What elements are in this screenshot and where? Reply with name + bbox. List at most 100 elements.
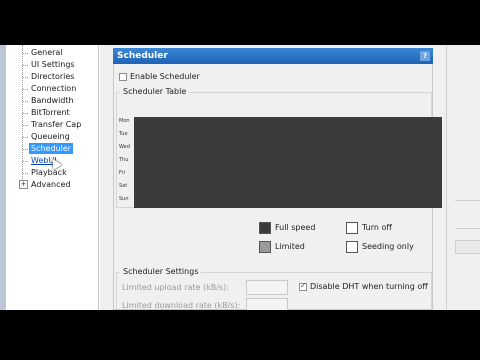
tree-item-advanced[interactable]: Advanced [29,179,73,190]
schedule-cell[interactable] [262,118,275,130]
schedule-cell[interactable] [365,181,378,194]
schedule-cell[interactable] [378,118,390,130]
schedule-cell[interactable] [275,169,288,181]
enable-scheduler-checkbox[interactable] [119,73,127,81]
schedule-cell[interactable] [186,118,198,130]
schedule-cell[interactable] [403,194,416,207]
schedule-cell[interactable] [429,118,442,130]
schedule-cell[interactable] [288,118,301,130]
schedule-cell[interactable] [147,118,160,130]
schedule-cell[interactable] [429,169,442,181]
disable-dht-checkbox[interactable] [299,281,307,291]
schedule-cell[interactable] [135,143,147,156]
schedule-cell[interactable] [224,169,237,181]
schedule-cell[interactable] [237,118,250,130]
schedule-cell[interactable] [339,181,352,194]
schedule-cell[interactable] [326,181,339,194]
tree-item-queueing[interactable]: Queueing [29,131,72,142]
schedule-cell[interactable] [224,130,237,143]
schedule-cell[interactable] [237,194,250,207]
schedule-cell[interactable] [198,181,211,194]
schedule-cell[interactable] [301,118,314,130]
schedule-cell[interactable] [186,130,198,143]
limited-upload-input[interactable] [246,280,288,295]
schedule-cell[interactable] [352,156,365,169]
help-icon[interactable]: ? [420,51,430,61]
schedule-cell[interactable] [288,194,301,207]
schedule-cell[interactable] [160,118,173,130]
schedule-cell[interactable] [250,194,262,207]
schedule-cell[interactable] [416,169,429,181]
schedule-cell[interactable] [365,130,378,143]
schedule-cell[interactable] [403,130,416,143]
pane-divider[interactable] [98,45,99,310]
tree-item-connection[interactable]: Connection [29,83,78,94]
schedule-cell[interactable] [186,169,198,181]
schedule-cell[interactable] [339,169,352,181]
schedule-cell[interactable] [416,130,429,143]
schedule-cell[interactable] [173,181,186,194]
scheduler-grid[interactable] [134,117,443,208]
schedule-cell[interactable] [275,181,288,194]
schedule-cell[interactable] [160,143,173,156]
schedule-cell[interactable] [135,130,147,143]
schedule-cell[interactable] [339,156,352,169]
schedule-cell[interactable] [173,118,186,130]
schedule-cell[interactable] [186,194,198,207]
seeding-only-swatch[interactable] [346,241,358,253]
schedule-cell[interactable] [147,156,160,169]
schedule-cell[interactable] [147,194,160,207]
schedule-cell[interactable] [186,143,198,156]
tree-item-playback[interactable]: Playback [29,167,69,178]
schedule-cell[interactable] [326,156,339,169]
schedule-cell[interactable] [198,156,211,169]
schedule-cell[interactable] [326,169,339,181]
schedule-cell[interactable] [224,118,237,130]
tree-item-scheduler[interactable]: Scheduler [29,143,74,154]
schedule-cell[interactable] [326,194,339,207]
schedule-cell[interactable] [365,143,378,156]
schedule-cell[interactable] [390,130,403,143]
schedule-cell[interactable] [250,130,262,143]
schedule-cell[interactable] [416,143,429,156]
schedule-cell[interactable] [378,143,390,156]
schedule-cell[interactable] [403,143,416,156]
tree-item-bittorrent[interactable]: BitTorrent [29,107,72,118]
schedule-cell[interactable] [429,143,442,156]
schedule-cell[interactable] [250,156,262,169]
schedule-cell[interactable] [275,143,288,156]
schedule-cell[interactable] [403,118,416,130]
schedule-cell[interactable] [301,156,314,169]
schedule-cell[interactable] [429,130,442,143]
schedule-cell[interactable] [365,156,378,169]
schedule-cell[interactable] [211,181,224,194]
turn-off-swatch[interactable] [346,222,358,234]
schedule-cell[interactable] [288,181,301,194]
schedule-cell[interactable] [262,156,275,169]
schedule-cell[interactable] [262,181,275,194]
schedule-cell[interactable] [314,181,326,194]
schedule-cell[interactable] [301,169,314,181]
schedule-cell[interactable] [339,143,352,156]
schedule-cell[interactable] [173,194,186,207]
schedule-cell[interactable] [378,181,390,194]
schedule-cell[interactable] [390,118,403,130]
schedule-cell[interactable] [262,143,275,156]
schedule-cell[interactable] [352,118,365,130]
schedule-cell[interactable] [352,169,365,181]
schedule-cell[interactable] [288,130,301,143]
schedule-cell[interactable] [301,181,314,194]
schedule-cell[interactable] [352,143,365,156]
schedule-cell[interactable] [211,156,224,169]
schedule-cell[interactable] [147,143,160,156]
schedule-cell[interactable] [135,156,147,169]
schedule-cell[interactable] [237,181,250,194]
schedule-cell[interactable] [339,130,352,143]
schedule-cell[interactable] [416,156,429,169]
schedule-cell[interactable] [173,143,186,156]
tree-item-directories[interactable]: Directories [29,71,76,82]
schedule-cell[interactable] [198,143,211,156]
schedule-cell[interactable] [275,194,288,207]
schedule-cell[interactable] [262,130,275,143]
schedule-cell[interactable] [314,143,326,156]
